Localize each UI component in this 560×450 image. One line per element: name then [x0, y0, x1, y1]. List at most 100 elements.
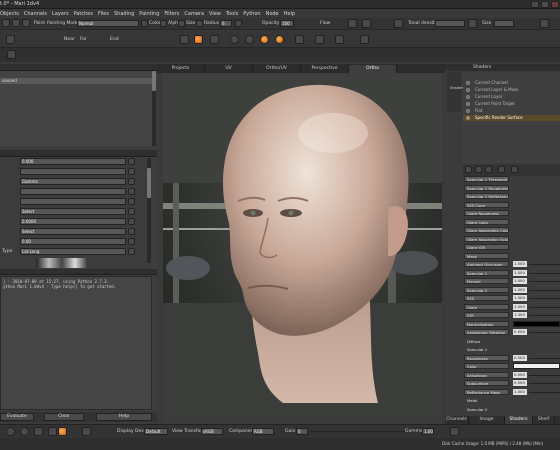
menu-item[interactable]: Layers	[52, 11, 69, 17]
layer-tree-row[interactable]	[0, 120, 152, 126]
menu-item[interactable]: Help	[284, 11, 295, 17]
lock-icon[interactable]	[348, 19, 357, 28]
menu-item[interactable]: Files	[98, 11, 109, 17]
shaders-vertical-tab[interactable]: Shaders	[447, 72, 464, 112]
shader-property-slider[interactable]	[529, 298, 560, 299]
shader-settings-icon[interactable]	[498, 166, 505, 173]
menu-item[interactable]: Painting	[139, 11, 159, 17]
shader-property-slider[interactable]	[529, 281, 560, 282]
shader-property-value[interactable]: 0.000	[513, 329, 527, 335]
colors-checkbox[interactable]	[141, 20, 148, 27]
gain-input[interactable]: 0	[296, 428, 308, 435]
shader-property-slider[interactable]	[529, 306, 560, 308]
shader-property-slider[interactable]	[529, 315, 560, 316]
property-dropdown-icon[interactable]	[128, 218, 135, 225]
clone-tool-icon[interactable]	[22, 19, 30, 27]
opacity-input[interactable]: 100	[280, 20, 294, 27]
viewport-tab[interactable]: Ortho/UV	[253, 65, 301, 73]
clear-button[interactable]: Clear	[44, 413, 84, 421]
panel-tab[interactable]: Shaders	[505, 416, 533, 424]
display-device-select[interactable]: Default	[144, 428, 168, 435]
color-swatch[interactable]	[513, 320, 560, 327]
palette-icon[interactable]	[335, 35, 344, 44]
property-dropdown-icon[interactable]	[128, 178, 135, 185]
shaded-sphere-icon[interactable]	[260, 35, 269, 44]
viewport-tab[interactable]: Projects	[157, 65, 205, 73]
shader-property-slider[interactable]	[529, 332, 560, 333]
shader-list-item[interactable]: Current Layer	[463, 94, 560, 100]
color-swatch[interactable]	[513, 363, 560, 369]
size-checkbox[interactable]	[178, 20, 185, 27]
jitter-icon[interactable]	[235, 20, 242, 27]
close-button[interactable]	[551, 1, 559, 8]
layer-tree-scrollbar[interactable]	[152, 71, 156, 146]
tonal-density-input[interactable]	[435, 20, 465, 27]
panel-tab[interactable]: Shelf	[533, 416, 555, 424]
viewport[interactable]	[163, 73, 442, 422]
shader-view-icon[interactable]	[511, 166, 518, 173]
shader-list-item[interactable]: Current Layer & Mask	[463, 87, 560, 93]
property-dropdown-icon[interactable]	[128, 188, 135, 195]
select-tool-icon[interactable]	[7, 50, 16, 59]
shader-property-slider[interactable]	[529, 374, 560, 376]
properties-scroll-thumb[interactable]	[147, 168, 151, 198]
radius-checkbox[interactable]	[196, 20, 203, 27]
square-brush-icon[interactable]	[468, 19, 477, 28]
viewport-tab[interactable]: Ortho	[349, 65, 397, 73]
shader-property-slider[interactable]	[529, 391, 560, 393]
property-dropdown-icon[interactable]	[128, 198, 135, 205]
add-shader-icon[interactable]	[465, 166, 472, 173]
shader-property-value[interactable]: 1.000	[513, 261, 527, 267]
gamma-input[interactable]: 1.00	[422, 428, 434, 435]
help-button[interactable]: Help	[96, 413, 152, 421]
layer-tree-scroll-thumb[interactable]	[152, 71, 156, 91]
shader-property-slider[interactable]	[529, 357, 560, 359]
brush-active-icon[interactable]	[194, 35, 203, 44]
property-dropdown-icon[interactable]	[128, 168, 135, 175]
python-console[interactable]: ] - 2010-07-09 at 15:27, using Python 2.…	[0, 276, 152, 410]
alpha-checkbox[interactable]	[160, 20, 167, 27]
evaluate-button[interactable]: Evaluate	[0, 413, 34, 421]
wireframe-icon[interactable]	[295, 35, 304, 44]
viewport-tab[interactable]: UV	[205, 65, 253, 73]
maximize-button[interactable]	[541, 1, 549, 8]
snapshot-icon[interactable]	[360, 35, 369, 44]
layer-tree-row[interactable]	[0, 99, 152, 105]
shader-property-value[interactable]: 0.000	[513, 371, 527, 378]
eraser-tool-icon[interactable]	[12, 19, 20, 27]
camera-icon[interactable]	[6, 35, 15, 44]
shader-property-slider[interactable]	[529, 383, 560, 384]
brush-tool-icon[interactable]	[2, 19, 10, 27]
menu-item[interactable]: Objects	[0, 11, 19, 17]
panel-tab[interactable]: Channels	[445, 416, 469, 424]
duplicate-shader-icon[interactable]	[485, 166, 492, 173]
shader-property-value[interactable]: 0.500	[513, 354, 527, 361]
property-value[interactable]: 0.000	[20, 158, 126, 165]
property-value[interactable]: Gamma	[20, 178, 126, 185]
menu-item[interactable]: Filters	[164, 11, 179, 17]
menu-item[interactable]: Tools	[226, 11, 238, 17]
layer-tree-row[interactable]	[0, 92, 152, 98]
radius-input[interactable]: 6	[220, 20, 232, 27]
property-value[interactable]: Lat-Long	[20, 248, 126, 255]
minimize-button[interactable]	[531, 1, 539, 8]
property-value[interactable]: 0.00	[20, 238, 126, 245]
shader-property-value[interactable]: 1.000	[513, 278, 527, 284]
painting-mode-select[interactable]: Normal	[77, 20, 139, 27]
property-value[interactable]	[20, 168, 126, 175]
layer-tree-row[interactable]	[0, 85, 152, 91]
grid-icon[interactable]	[362, 19, 371, 28]
sphere-icon[interactable]	[230, 35, 239, 44]
menu-item[interactable]: View	[209, 11, 221, 17]
property-dropdown-icon[interactable]	[128, 158, 135, 165]
shader-property-slider[interactable]	[529, 289, 560, 291]
zoom-icon[interactable]	[34, 427, 43, 436]
property-value[interactable]: 0.0000	[20, 218, 126, 225]
shader-property-value[interactable]: 1.400	[513, 312, 527, 318]
layer-tree-row[interactable]	[0, 113, 152, 119]
component-select[interactable]: RGB	[252, 428, 274, 435]
property-value[interactable]	[20, 188, 126, 195]
shader-list-item[interactable]: Specific Render Surface	[463, 115, 560, 121]
shader-list-item[interactable]: Current Paint Target	[463, 101, 560, 107]
settings-icon[interactable]	[540, 19, 549, 28]
